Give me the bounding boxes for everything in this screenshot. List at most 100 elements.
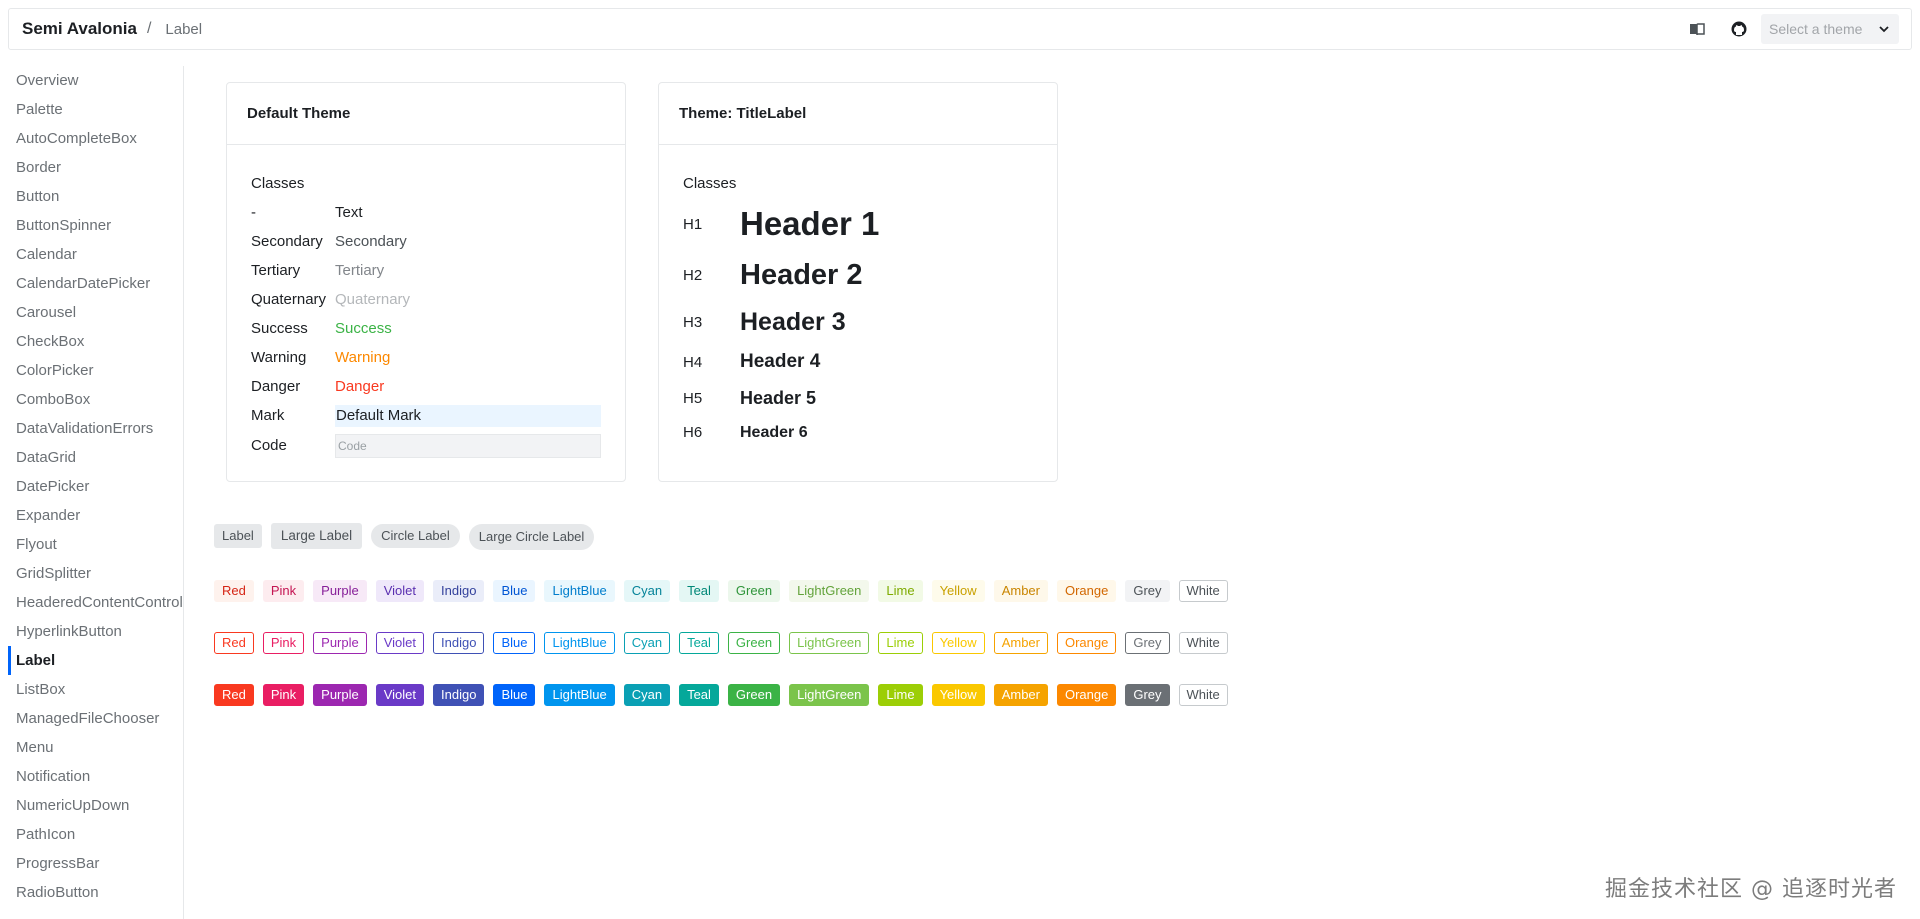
class-row: Mark Default Mark [251,401,601,430]
label-solid-green: Green [727,684,781,706]
label-outline-pink: Pink [262,632,305,654]
label-solid-cyan: Cyan [623,684,671,706]
title-class-name: H1 [683,215,703,233]
sidebar-item-gridsplitter[interactable]: GridSplitter [8,559,183,588]
breadcrumb-current: Label [165,20,203,38]
sidebar-item-calendardatepicker[interactable]: CalendarDatePicker [8,269,183,298]
label-solid-yellow: Yellow [931,684,985,706]
label-solid-grey: Grey [1125,684,1170,706]
label-light-indigo: Indigo [433,580,485,602]
label-solid-lightblue: LightBlue [544,684,615,706]
label-outline-lime: Lime [878,632,923,654]
label-mark: Default Mark [335,404,601,427]
solid-color-labels-row: Red Pink Purple Violet Indigo Blue LightBlue Cy… [214,684,1228,706]
sidebar-item-pathicon[interactable]: PathIcon [8,820,183,849]
outline-color-labels-row: Red Pink Purple Violet Indigo Blue LightBlue Cy… [214,632,1228,654]
label-solid-blue: Blue [493,684,536,706]
sidebar-item-datavalidationerrors[interactable]: DataValidationErrors [8,414,183,443]
sidebar-item-colorpicker[interactable]: ColorPicker [8,356,183,385]
basic-labels-row: Label Large Label Circle Label Large Circle… [214,523,595,550]
sidebar-item-datepicker[interactable]: DatePicker [8,472,183,501]
label-light-lightgreen: LightGreen [789,580,870,602]
class-name: Secondary [251,233,323,250]
class-name: Success [251,320,308,337]
sidebar-item-flyout[interactable]: Flyout [8,530,183,559]
label-outline-indigo: Indigo [433,632,485,654]
sidebar-item-carousel[interactable]: Carousel [8,298,183,327]
title-row: H5 Header 5 [683,381,1033,416]
label-solid-lime: Lime [878,684,923,706]
class-name: Danger [251,378,301,395]
sidebar-item-label[interactable]: Label [8,646,183,675]
label-light-yellow: Yellow [931,580,985,602]
sidebar-nav: Overview Palette AutoCompleteBox Border Butt… [8,66,184,919]
title-label-card: Theme: TitleLabel Classes H1 Header 1 H2 He… [658,82,1058,482]
label-light-lime: Lime [878,580,923,602]
sidebar-item-menu[interactable]: Menu [8,733,183,762]
label-light-lightblue: LightBlue [544,580,615,602]
sidebar-item-combobox[interactable]: ComboBox [8,385,183,414]
sidebar-item-notification[interactable]: Notification [8,762,183,791]
title-class-name: H3 [683,313,703,331]
label-outline-lightgreen: LightGreen [789,632,870,654]
title-row: H3 Header 3 [683,301,1033,343]
theme-select[interactable]: Select a theme [1761,14,1899,44]
sidebar-item-datagrid[interactable]: DataGrid [8,443,183,472]
label-light-amber: Amber [993,580,1048,602]
label-outline-yellow: Yellow [931,632,985,654]
label-success: Success [335,320,392,337]
app-title: Semi Avalonia [22,19,137,38]
header-3: Header 3 [740,307,846,336]
title-row: H1 Header 1 [683,198,1033,250]
sidebar-item-listbox[interactable]: ListBox [8,675,183,704]
label-outline-cyan: Cyan [623,632,671,654]
sidebar-item-palette[interactable]: Palette [8,95,183,124]
title-class-name: H6 [683,424,703,441]
label-solid-teal: Teal [679,684,719,706]
label-secondary: Secondary [335,233,407,250]
sidebar-item-overview[interactable]: Overview [8,66,183,95]
sidebar-item-checkbox[interactable]: CheckBox [8,327,183,356]
github-icon[interactable] [1725,15,1753,43]
top-bar: Semi Avalonia / Label Select a theme [8,8,1912,50]
class-name: Quaternary [251,291,327,308]
title-row: H6 Header 6 [683,416,1033,449]
theme-select-placeholder: Select a theme [1769,21,1863,37]
label-outline-violet: Violet [375,632,425,654]
title-class-name: H4 [683,353,703,371]
watermark: 掘金技术社区 @ 追逐时光者 [1605,877,1897,902]
sidebar-item-border[interactable]: Border [8,153,183,182]
label-light-teal: Teal [679,580,719,602]
sidebar-item-managedfilechooser[interactable]: ManagedFileChooser [8,704,183,733]
sidebar-item-hyperlinkbutton[interactable]: HyperlinkButton [8,617,183,646]
sidebar-item-calendar[interactable]: Calendar [8,240,183,269]
sidebar-item-expander[interactable]: Expander [8,501,183,530]
label-outline-blue: Blue [493,632,536,654]
sidebar-item-buttonspinner[interactable]: ButtonSpinner [8,211,183,240]
sidebar-item-headeredcontentcontrol[interactable]: HeaderedContentControl [8,588,183,617]
class-name: Code [251,437,287,454]
label-outline-purple: Purple [313,632,367,654]
header-4: Header 4 [740,351,821,372]
label-light-purple: Purple [313,580,367,602]
class-row: Code Code [251,430,601,461]
sidebar-item-button[interactable]: Button [8,182,183,211]
label-outline-grey: Grey [1125,632,1170,654]
label-solid-amber: Amber [993,684,1048,706]
label-light-grey: Grey [1125,580,1170,602]
label-large: Large Label [270,523,363,549]
label-solid-white: White [1178,684,1228,706]
label-code: Code [335,433,601,458]
sidebar-item-radiobutton[interactable]: RadioButton [8,878,183,907]
book-icon[interactable] [1683,15,1711,43]
label-solid-red: Red [214,684,254,706]
label-solid-lightgreen: LightGreen [789,684,870,706]
sidebar-item-autocompletebox[interactable]: AutoCompleteBox [8,124,183,153]
label-large-circle: Large Circle Label [468,524,595,550]
sidebar-item-numericupdown[interactable]: NumericUpDown [8,791,183,820]
label-solid-purple: Purple [313,684,367,706]
class-name: - [251,204,256,221]
label-outline-orange: Orange [1056,632,1117,654]
title-row: H2 Header 2 [683,250,1033,301]
sidebar-item-progressbar[interactable]: ProgressBar [8,849,183,878]
